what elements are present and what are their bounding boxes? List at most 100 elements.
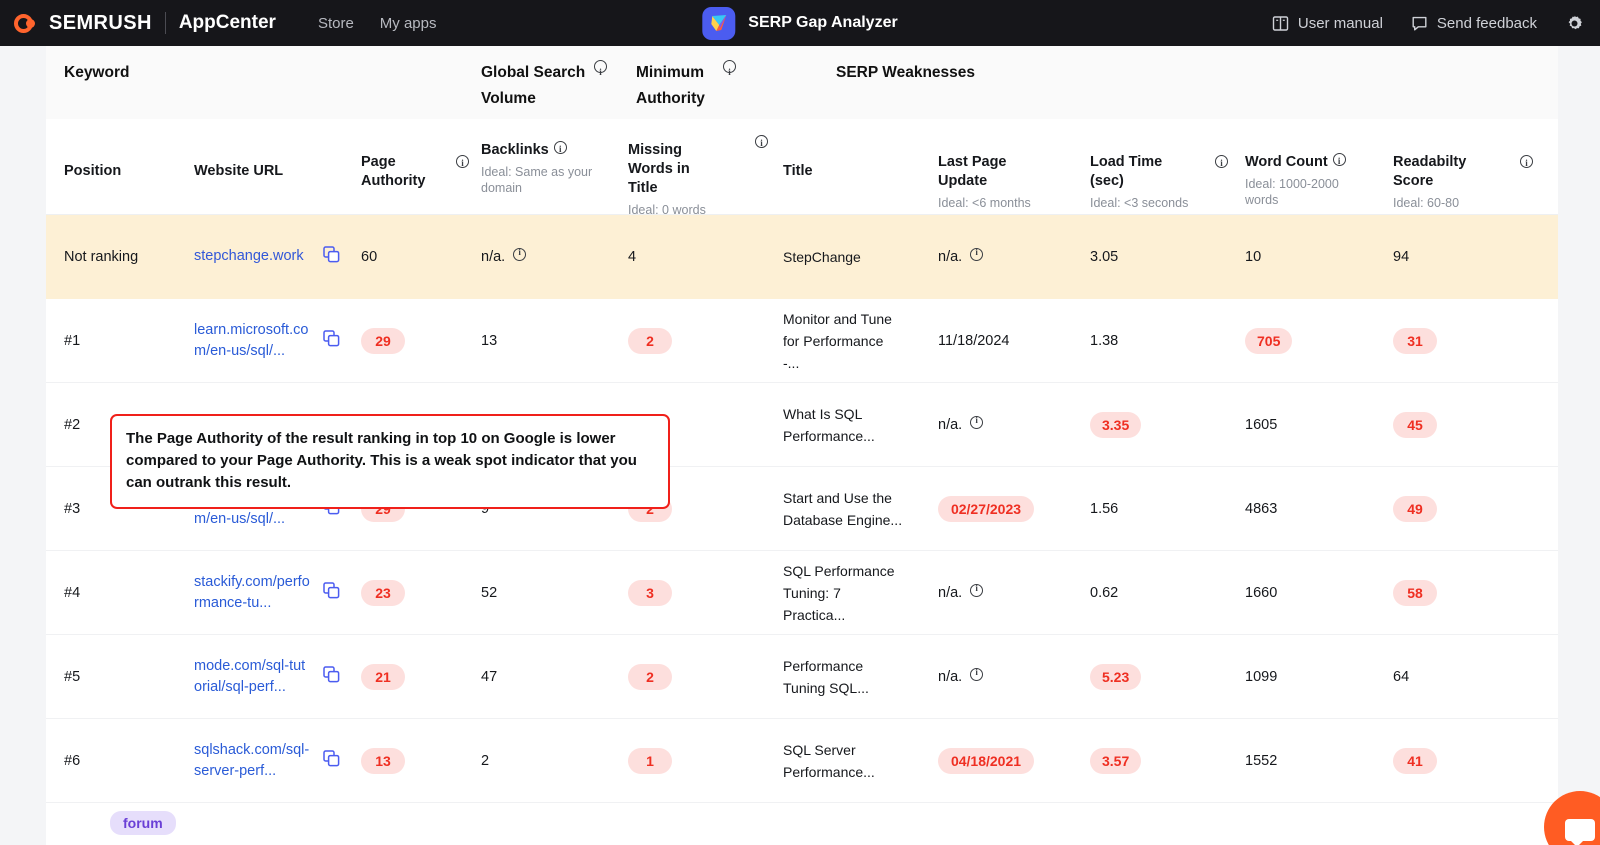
nav-item-store[interactable]: Store <box>318 15 354 32</box>
info-icon[interactable] <box>553 140 567 159</box>
cell-last-page-update-value: 11/18/2024 <box>938 332 1010 349</box>
info-icon[interactable] <box>970 415 984 429</box>
keyword-tag[interactable]: forum <box>110 811 176 835</box>
cell-backlinks: 47 <box>481 635 628 718</box>
title-value: SQL Server Performance... <box>783 741 875 780</box>
cell-page-authority: 29 <box>361 299 481 382</box>
settings-button[interactable] <box>1565 14 1584 33</box>
brand-logo[interactable]: SEMRUSH AppCenter <box>0 10 276 36</box>
copy-icon <box>323 666 340 683</box>
website-url-link[interactable]: stepchange.work <box>194 246 312 267</box>
primary-nav: Store My apps <box>318 15 437 32</box>
cell-missing-words-pill: 2 <box>628 663 672 690</box>
copy-url-button[interactable] <box>322 329 341 352</box>
info-icon[interactable] <box>513 247 527 261</box>
cell-last-page-update: 04/18/2021 <box>938 719 1090 802</box>
info-icon[interactable] <box>1332 152 1346 171</box>
column-header-last-page-update[interactable]: Last Page Update Ideal: <6 months <box>938 119 1090 211</box>
cell-load-time-value: 1.38 <box>1090 332 1119 349</box>
top-navigation-bar: SEMRUSH AppCenter Store My apps SERP Gap… <box>0 0 1600 46</box>
website-url-link[interactable]: stackify.com/performance-tu... <box>194 572 312 614</box>
table-row[interactable]: Not ranking stepchange.work 60 n/a. 4 StepCh… <box>46 215 1558 299</box>
column-header-position[interactable]: Position <box>46 119 194 181</box>
group-header-serp-weaknesses: SERP Weaknesses <box>836 64 976 81</box>
gear-icon <box>1568 15 1582 29</box>
cell-word-count-value: 1605 <box>1245 416 1278 433</box>
column-header-page-authority[interactable]: Page Authority <box>361 119 481 191</box>
cell-last-page-update: 11/18/2024 <box>938 299 1090 382</box>
info-icon[interactable] <box>1520 154 1533 173</box>
cell-load-time-value: 0.62 <box>1090 584 1119 601</box>
copy-url-button[interactable] <box>322 665 341 688</box>
column-header-backlinks[interactable]: Backlinks Ideal: Same as your domain <box>481 119 628 196</box>
title-value: Monitor and Tune for Performance -... <box>783 310 892 371</box>
copy-url-button[interactable] <box>322 581 341 604</box>
cell-backlinks-value: 52 <box>481 584 498 601</box>
cell-missing-words-value: 4 <box>628 248 637 265</box>
website-url-link[interactable]: sqlshack.com/sql-server-perf... <box>194 740 312 782</box>
column-header-load-time[interactable]: Load Time (sec) Ideal: <3 seconds <box>1090 119 1245 211</box>
cell-page-authority: 60 <box>361 215 481 298</box>
cell-readability-score: 94 <box>1393 215 1543 298</box>
website-url-link[interactable]: learn.microsoft.com/en-us/sql/... <box>194 320 312 362</box>
website-url-link[interactable]: mode.com/sql-tutorial/sql-perf... <box>194 656 312 698</box>
user-manual-label: User manual <box>1297 14 1383 32</box>
title-value: What Is SQL Performance... <box>783 405 875 444</box>
info-icon[interactable] <box>456 154 469 173</box>
column-header-missing-words-in-title[interactable]: Missing Words in Title Ideal: 0 words <box>628 119 783 218</box>
table-row[interactable]: #5 mode.com/sql-tutorial/sql-perf... 21 47… <box>46 635 1558 719</box>
cell-title: StepChange <box>783 215 938 298</box>
info-icon[interactable] <box>1215 154 1228 173</box>
info-icon[interactable] <box>970 667 984 681</box>
cell-word-count: 705 <box>1245 299 1393 382</box>
cell-load-time: 5.23 <box>1090 635 1245 718</box>
copy-url-button[interactable] <box>322 245 341 268</box>
page-authority-tooltip: The Page Authority of the result ranking… <box>110 414 670 509</box>
cell-last-page-update-value: n/a. <box>938 667 984 685</box>
cell-load-time: 3.05 <box>1090 215 1245 298</box>
cell-readability-score-pill: 31 <box>1393 327 1437 354</box>
column-header-title[interactable]: Title <box>783 119 938 181</box>
column-header-word-count[interactable]: Word Count Ideal: 1000-2000 words <box>1245 119 1393 208</box>
position-value: #2 <box>64 416 81 433</box>
cell-load-time: 3.57 <box>1090 719 1245 802</box>
cell-backlinks-value: 2 <box>481 752 490 769</box>
page-body: Keyword Global Search Volume Minimum Aut… <box>0 46 1600 845</box>
cell-title: SQL Performance Tuning: 7 Practica... <box>783 551 938 634</box>
user-manual-button[interactable]: User manual <box>1272 15 1383 32</box>
cell-word-count-value: 1660 <box>1245 584 1278 601</box>
column-header-readability-score[interactable]: Readabilty Score Ideal: 60-80 <box>1393 119 1558 211</box>
brand-subtitle: AppCenter <box>178 12 276 33</box>
cell-load-time-value: 1.56 <box>1090 500 1119 517</box>
position-value: #6 <box>64 752 81 769</box>
info-icon[interactable] <box>755 134 768 153</box>
cell-page-authority: 13 <box>361 719 481 802</box>
cell-last-page-update-value: n/a. <box>938 583 984 601</box>
cell-load-time-pill: 3.35 <box>1090 411 1142 438</box>
table-row[interactable]: #4 stackify.com/performance-tu... 23 52 3 SQ… <box>46 551 1558 635</box>
speech-bubble-icon <box>1412 16 1427 30</box>
group-header-spacer <box>194 46 481 60</box>
copy-url-button[interactable] <box>322 749 341 772</box>
position-value: #4 <box>64 584 81 601</box>
info-icon[interactable] <box>723 59 736 85</box>
cell-readability-score: 58 <box>1393 551 1543 634</box>
info-icon[interactable] <box>970 247 984 261</box>
cell-load-time-value: 3.05 <box>1090 248 1119 265</box>
nav-item-my-apps[interactable]: My apps <box>380 15 437 32</box>
cell-load-time: 1.56 <box>1090 467 1245 550</box>
cell-word-count: 1660 <box>1245 551 1393 634</box>
group-header-keyword: Keyword <box>64 64 130 81</box>
info-icon[interactable] <box>970 583 984 597</box>
table-row[interactable]: #6 sqlshack.com/sql-server-perf... 13 2 1 SQ… <box>46 719 1558 803</box>
info-icon[interactable] <box>594 59 607 85</box>
cell-readability-score: 31 <box>1393 299 1543 382</box>
cell-missing-words-pill: 1 <box>628 747 672 774</box>
table-row[interactable]: #1 learn.microsoft.com/en-us/sql/... 29 13… <box>46 299 1558 383</box>
title-value: Start and Use the Database Engine... <box>783 489 903 528</box>
cell-backlinks-value: 47 <box>481 668 498 685</box>
cell-position: #6 <box>46 719 194 802</box>
column-header-website-url[interactable]: Website URL <box>194 119 361 181</box>
cell-page-authority-value: 60 <box>361 248 378 265</box>
send-feedback-button[interactable]: Send feedback <box>1411 15 1537 32</box>
